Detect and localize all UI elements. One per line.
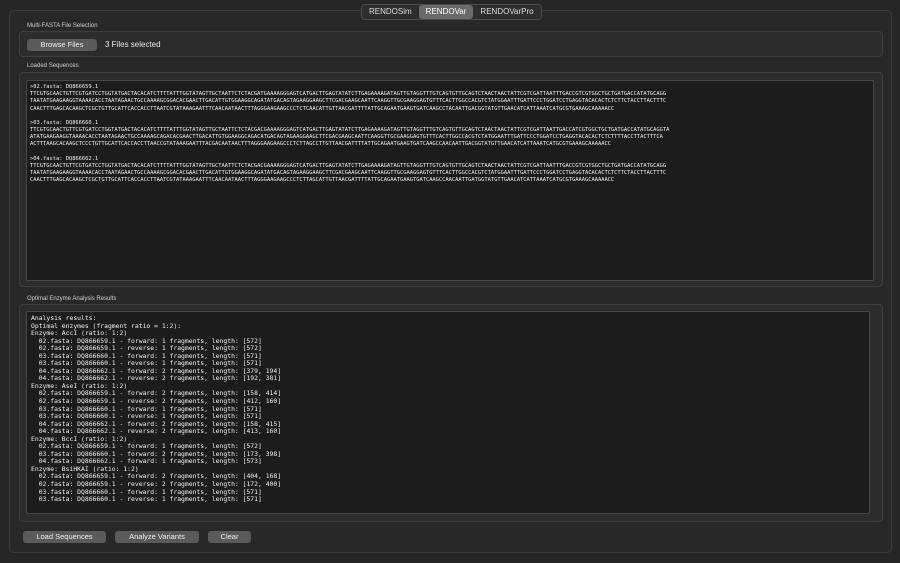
sequence-line: TTCGTGCAACTGTTCGTGATCCTGGTATGACTACACATCT… — [30, 162, 667, 169]
sequence-header: >04.fasta: DQ866662.1 — [30, 155, 99, 162]
sequence-line: ATATGAAGAAGGTAAAACACCTAATAGAACTGCCAAAAGC… — [30, 134, 663, 141]
sequences-text-area[interactable]: >02.fasta: DQ866659.1 TTCGTGCAACTGTTCGTG… — [26, 80, 874, 281]
file-selection-group: Browse Files 3 Files selected — [19, 31, 883, 57]
sequence-entry: >02.fasta: DQ866659.1 TTCGTGCAACTGTTCGTG… — [30, 84, 873, 113]
results-group: Analysis results: Optimal enzymes (fragme… — [19, 304, 883, 522]
sequence-line: CAACTTTGAGCACAAGCTCGCTGTTGCATTCACCACCTTA… — [30, 177, 615, 184]
files-selected-status: 3 Files selected — [105, 40, 161, 49]
result-line: Optimal enzymes (fragment ratio = 1:2): — [31, 321, 182, 330]
result-line: 04.fasta: DQ866662.1 - forward: 1 fragme… — [31, 457, 262, 466]
tab-rendovar[interactable]: RENDOVar — [418, 5, 474, 19]
tab-rendovarpro[interactable]: RENDOVarPro — [473, 5, 540, 19]
tab-rendosim[interactable]: RENDOSim — [362, 5, 419, 19]
sequence-header: >03.fasta: DQ866660.1 — [30, 119, 99, 126]
sequence-entry: >04.fasta: DQ866662.1 TTCGTGCAACTGTTCGTG… — [30, 156, 873, 185]
sequence-line: TAATATGAAGAAGGTAAAACACCTAATAGAACTGCCAAAA… — [30, 170, 667, 177]
sequence-line: TTCGTGCAACTGTTCGTGATCCTGGTATGACTACACATCT… — [30, 91, 667, 98]
sequence-header: >02.fasta: DQ866659.1 — [30, 84, 99, 90]
sequence-line: CAACTTTGAGCACAAGCTCGCTGTTGCATTCACCACCTTA… — [30, 105, 615, 112]
result-line: 04.fasta: DQ866662.1 - reverse: 2 fragme… — [31, 374, 282, 383]
sequence-line: ACTTTAAGCACAAGCTCCCTGTTGCATTCACCACCTTAAC… — [30, 141, 611, 148]
result-line: 04.fasta: DQ866662.1 - reverse: 2 fragme… — [31, 427, 282, 436]
tab-bar: RENDOSim RENDOVar RENDOVarPro — [361, 4, 542, 20]
browse-files-button[interactable]: Browse Files — [27, 39, 97, 51]
clear-button[interactable]: Clear — [208, 531, 251, 543]
loaded-sequences-label: Loaded Sequences — [27, 63, 79, 69]
sequence-line: TTCGTGCAACTGTTCGTGATCCTGGTATGACTACACATCT… — [30, 127, 670, 134]
load-sequences-button[interactable]: Load Sequences — [23, 531, 106, 543]
results-label: Optimal Enzyme Analysis Results — [27, 296, 117, 302]
sequence-entry: >03.fasta: DQ866660.1 TTCGTGCAACTGTTCGTG… — [30, 120, 873, 149]
sequence-line: TAATATGAAGAAGGTAAAACACCTAATAGAACTGCCAAAA… — [30, 98, 667, 105]
results-text-area[interactable]: Analysis results: Optimal enzymes (fragme… — [26, 311, 870, 514]
result-line: 03.fasta: DQ866660.1 - reverse: 1 fragme… — [31, 495, 262, 504]
analyze-variants-button[interactable]: Analyze Variants — [115, 531, 199, 543]
loaded-sequences-group: >02.fasta: DQ866659.1 TTCGTGCAACTGTTCGTG… — [19, 72, 883, 287]
file-selection-label: Multi-FASTA File Selection — [27, 23, 98, 29]
